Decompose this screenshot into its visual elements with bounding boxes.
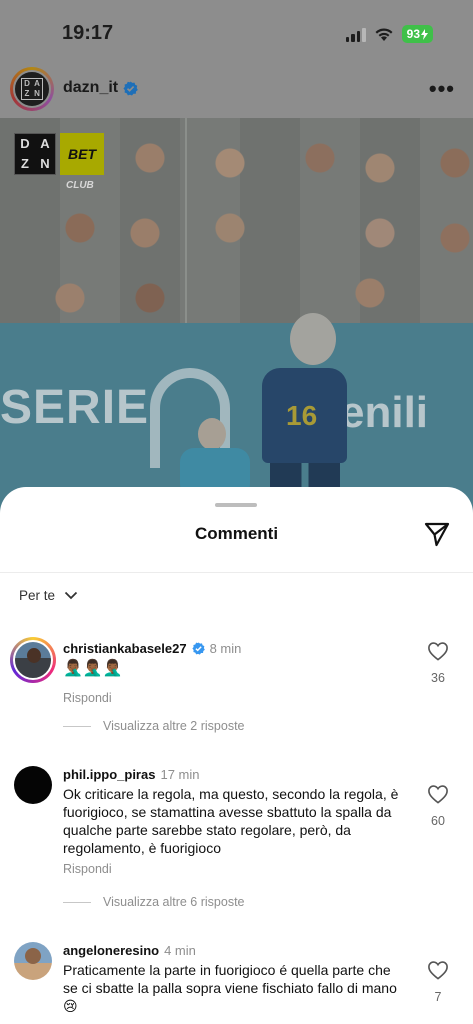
more-options-icon[interactable]: ••• bbox=[429, 76, 455, 102]
sheet-title: Commenti bbox=[194, 524, 279, 543]
comment-header: angeloneresino 4 min bbox=[63, 943, 196, 958]
like-count: 7 bbox=[434, 990, 442, 1004]
chevron-down-icon bbox=[64, 591, 78, 600]
status-icons: 93 bbox=[345, 25, 433, 43]
comment-username[interactable]: christiankabasele27 bbox=[63, 641, 187, 656]
post-username[interactable]: dazn_it bbox=[63, 79, 138, 97]
heart-icon[interactable] bbox=[427, 960, 449, 980]
battery-indicator: 93 bbox=[401, 25, 433, 43]
battery-level: 93 bbox=[406, 27, 420, 41]
wifi-icon bbox=[375, 27, 393, 41]
comment-username[interactable]: phil.ippo_piras bbox=[63, 767, 155, 782]
player-number: 16 bbox=[286, 400, 318, 431]
dazn-logo-icon: DA ZN bbox=[14, 133, 56, 175]
post-backdrop[interactable]: 19:17 93 DAZN dazn_it ••• SERIE enili D … bbox=[0, 0, 473, 520]
reply-button[interactable]: Rispondi bbox=[63, 691, 112, 705]
verified-badge-icon bbox=[191, 642, 205, 655]
post-video[interactable]: SERIE enili DA ZN BET CLUB 16 bbox=[0, 118, 473, 520]
comment-time: 17 min bbox=[160, 767, 200, 782]
view-more-replies[interactable]: Visualizza altre 2 risposte bbox=[63, 719, 245, 733]
heart-icon[interactable] bbox=[427, 784, 449, 804]
heart-icon[interactable] bbox=[427, 641, 449, 661]
commenter-avatar[interactable] bbox=[14, 766, 52, 804]
commenter-avatar[interactable] bbox=[10, 637, 56, 683]
post-username-label: dazn_it bbox=[63, 79, 119, 96]
screen: 19:17 93 DAZN dazn_it ••• SERIE enili D … bbox=[0, 0, 473, 1024]
divider bbox=[0, 572, 473, 573]
club-label: CLUB bbox=[66, 180, 94, 191]
like-count: 60 bbox=[431, 814, 445, 828]
comment-header: christiankabasele27 8 min bbox=[63, 641, 241, 656]
board-text-sponsor: enili bbox=[340, 388, 429, 437]
post-avatar[interactable]: DAZN bbox=[10, 67, 54, 111]
comment-username[interactable]: angeloneresino bbox=[63, 943, 159, 958]
status-time: 19:17 bbox=[62, 22, 114, 44]
comment-text: Ok criticare la regola, ma questo, secon… bbox=[63, 786, 399, 856]
comment-header: phil.ippo_piras 17 min bbox=[63, 767, 200, 782]
share-send-icon[interactable] bbox=[423, 520, 451, 548]
verified-badge-icon bbox=[123, 80, 138, 96]
sort-dropdown[interactable]: Per te bbox=[19, 588, 78, 603]
comment-text: Praticamente la parte in fuorigioco é qu… bbox=[63, 962, 397, 1014]
bet-logo: BET bbox=[60, 133, 104, 175]
board-text-serie: SERIE bbox=[0, 381, 150, 434]
reply-button[interactable]: Rispondi bbox=[63, 862, 112, 876]
view-more-replies[interactable]: Visualizza altre 6 risposte bbox=[63, 895, 245, 909]
dazn-logo-icon: DAZN bbox=[21, 78, 43, 100]
charging-bolt-icon bbox=[421, 28, 428, 40]
comment-text: 🤦🏾‍♂️🤦🏾‍♂️🤦🏾‍♂️ bbox=[63, 660, 123, 677]
comments-sheet: Commenti Per te christiankabasele27 8 mi… bbox=[0, 487, 473, 1024]
status-bar: 19:17 93 bbox=[0, 0, 473, 62]
comment-time: 4 min bbox=[164, 943, 196, 958]
dazn-bet-logo: DA ZN BET bbox=[14, 133, 104, 175]
cellular-signal-icon bbox=[345, 27, 366, 42]
sheet-drag-handle[interactable] bbox=[215, 503, 257, 507]
like-count: 36 bbox=[431, 671, 445, 685]
commenter-avatar[interactable] bbox=[14, 942, 52, 980]
comment-time: 8 min bbox=[209, 641, 242, 656]
sort-label: Per te bbox=[19, 588, 56, 603]
post-header: DAZN dazn_it ••• bbox=[0, 62, 473, 118]
